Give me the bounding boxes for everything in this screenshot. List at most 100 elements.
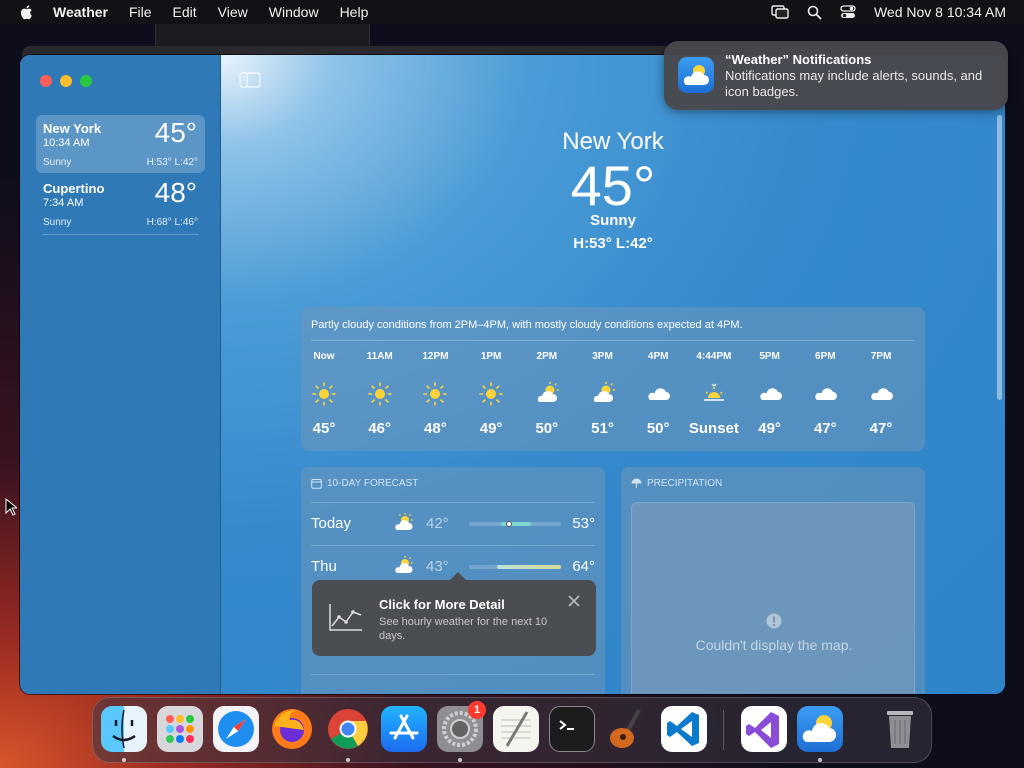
control-center-icon[interactable] xyxy=(840,5,856,19)
hero-city-name: New York xyxy=(562,128,664,155)
minimize-window-button[interactable] xyxy=(60,75,72,87)
dock-firefox-icon[interactable] xyxy=(269,706,315,752)
hour-temp: Sunset xyxy=(688,420,739,437)
city-hilo: H:68° L:46° xyxy=(146,217,198,228)
dock-visual-studio-icon[interactable] xyxy=(741,706,787,752)
hour-temp: 47° xyxy=(813,420,837,437)
hour-label: 4PM xyxy=(647,351,669,362)
dock-app-store-icon[interactable] xyxy=(381,706,427,752)
hour-label: 6PM xyxy=(815,351,836,362)
sun-icon xyxy=(294,379,354,417)
hour-column: 3PM 51° xyxy=(573,351,633,437)
hour-column: 7PM 47° xyxy=(851,351,911,437)
menu-app-name[interactable]: Weather xyxy=(53,4,108,20)
line-chart-icon xyxy=(329,604,362,631)
dock-textedit-icon[interactable] xyxy=(493,706,539,752)
hour-column: 12PM 48° xyxy=(405,351,465,437)
notification-body: Notifications may include alerts, sounds… xyxy=(725,68,983,99)
hour-temp: 47° xyxy=(869,420,893,437)
temperature-range-fill xyxy=(497,565,561,569)
menu-view[interactable]: View xyxy=(218,4,248,20)
sidebar-toggle-icon[interactable] xyxy=(239,72,261,88)
close-icon[interactable] xyxy=(568,595,580,607)
zoom-window-button[interactable] xyxy=(80,75,92,87)
sun-icon xyxy=(461,379,521,417)
hour-column: 6PM 47° xyxy=(795,351,855,437)
city-time: 10:34 AM xyxy=(43,137,90,149)
menu-help[interactable]: Help xyxy=(340,4,369,20)
dock-running-indicator xyxy=(818,758,822,762)
dock-running-indicator xyxy=(458,758,462,762)
dock-vscode-icon[interactable] xyxy=(661,706,707,752)
temperature-range-bar xyxy=(469,565,561,569)
hour-label: 7PM xyxy=(870,351,892,362)
city-hilo: H:53° L:42° xyxy=(146,157,198,168)
apple-menu-icon[interactable] xyxy=(18,3,36,21)
menu-file[interactable]: File xyxy=(129,4,152,20)
precipitation-card[interactable]: PRECIPITATION Couldn't display the map. xyxy=(621,467,925,694)
forecast-low: 42° xyxy=(426,515,449,532)
hour-label: Now xyxy=(313,351,335,362)
dock-garageband-icon[interactable] xyxy=(605,706,651,752)
dock-launchpad-icon[interactable] xyxy=(157,706,203,752)
row-separator xyxy=(311,502,595,503)
precipitation-map[interactable]: Couldn't display the map. xyxy=(631,502,915,694)
current-temp-dot xyxy=(506,521,512,527)
city-divider xyxy=(43,234,199,235)
hour-column: 5PM 49° xyxy=(740,351,800,437)
screen-mirroring-icon[interactable] xyxy=(771,5,789,19)
info-icon xyxy=(766,613,782,629)
city-card-cupertino[interactable]: Cupertino 7:34 AM 48° Sunny H:68° L:46° xyxy=(36,175,205,235)
menu-bar-clock[interactable]: Wed Nov 8 10:34 AM xyxy=(874,4,1006,20)
hour-column: 1PM 49° xyxy=(461,351,521,437)
hero-condition: Sunny xyxy=(590,212,636,229)
dock-weather-icon[interactable] xyxy=(797,706,843,752)
forecast-high: 53° xyxy=(572,515,595,532)
background-window-tab xyxy=(155,24,370,46)
forecast-row-today[interactable]: Today 42° 53° xyxy=(311,502,595,544)
dock-running-indicator xyxy=(122,758,126,762)
dock-finder-icon[interactable] xyxy=(101,706,147,752)
hour-column: 4PM 50° xyxy=(628,351,688,437)
dock-running-indicator xyxy=(346,758,350,762)
mouse-pointer-icon xyxy=(5,498,17,516)
menu-edit[interactable]: Edit xyxy=(173,4,197,20)
main-content: New York 45° Sunny H:53° L:42° Partly cl… xyxy=(221,55,1005,694)
notification-banner[interactable]: “Weather” Notifications Notifications ma… xyxy=(664,41,1008,110)
cloud-icon xyxy=(740,379,800,417)
sun-icon xyxy=(405,379,465,417)
hourly-forecast-card[interactable]: Partly cloudy conditions from 2PM–4PM, w… xyxy=(301,307,925,451)
hour-temp: 50° xyxy=(535,420,559,437)
cloud-icon xyxy=(795,379,855,417)
dock: 1 xyxy=(92,697,932,763)
dock-safari-icon[interactable] xyxy=(213,706,259,752)
cloud-icon xyxy=(628,379,688,417)
city-condition: Sunny xyxy=(43,157,72,168)
hour-temp: 46° xyxy=(368,420,392,437)
scrollbar[interactable] xyxy=(997,115,1002,400)
hour-temp: 49° xyxy=(758,420,781,437)
dock-trash-icon[interactable] xyxy=(877,706,923,752)
weather-window: New York 10:34 AM 45° Sunny H:53° L:42° … xyxy=(20,55,1005,694)
more-detail-tooltip[interactable]: Click for More Detail See hourly weather… xyxy=(312,572,596,656)
notification-badge: 1 xyxy=(468,701,486,719)
hour-temp: 48° xyxy=(424,420,447,437)
spotlight-search-icon[interactable] xyxy=(807,5,822,20)
partly-cloudy-icon xyxy=(395,556,413,573)
menu-window[interactable]: Window xyxy=(269,4,319,20)
city-card-new-york[interactable]: New York 10:34 AM 45° Sunny H:53° L:42° xyxy=(36,115,205,173)
hour-column: 11AM 46° xyxy=(350,351,410,437)
close-window-button[interactable] xyxy=(40,75,52,87)
hour-label: 2PM xyxy=(536,351,558,362)
dock-terminal-icon[interactable] xyxy=(549,706,595,752)
partly-cloudy-icon xyxy=(573,379,633,417)
forecast-row-partial[interactable] xyxy=(311,674,595,694)
partly-cloudy-icon xyxy=(395,513,413,530)
dock-chrome-icon[interactable] xyxy=(325,706,371,752)
hour-label: 3PM xyxy=(592,351,613,362)
row-separator xyxy=(311,674,595,675)
precipitation-header: PRECIPITATION xyxy=(631,478,722,489)
city-temp: 48° xyxy=(154,177,197,208)
precipitation-header-label: PRECIPITATION xyxy=(647,478,723,489)
sidebar: New York 10:34 AM 45° Sunny H:53° L:42° … xyxy=(20,55,221,694)
